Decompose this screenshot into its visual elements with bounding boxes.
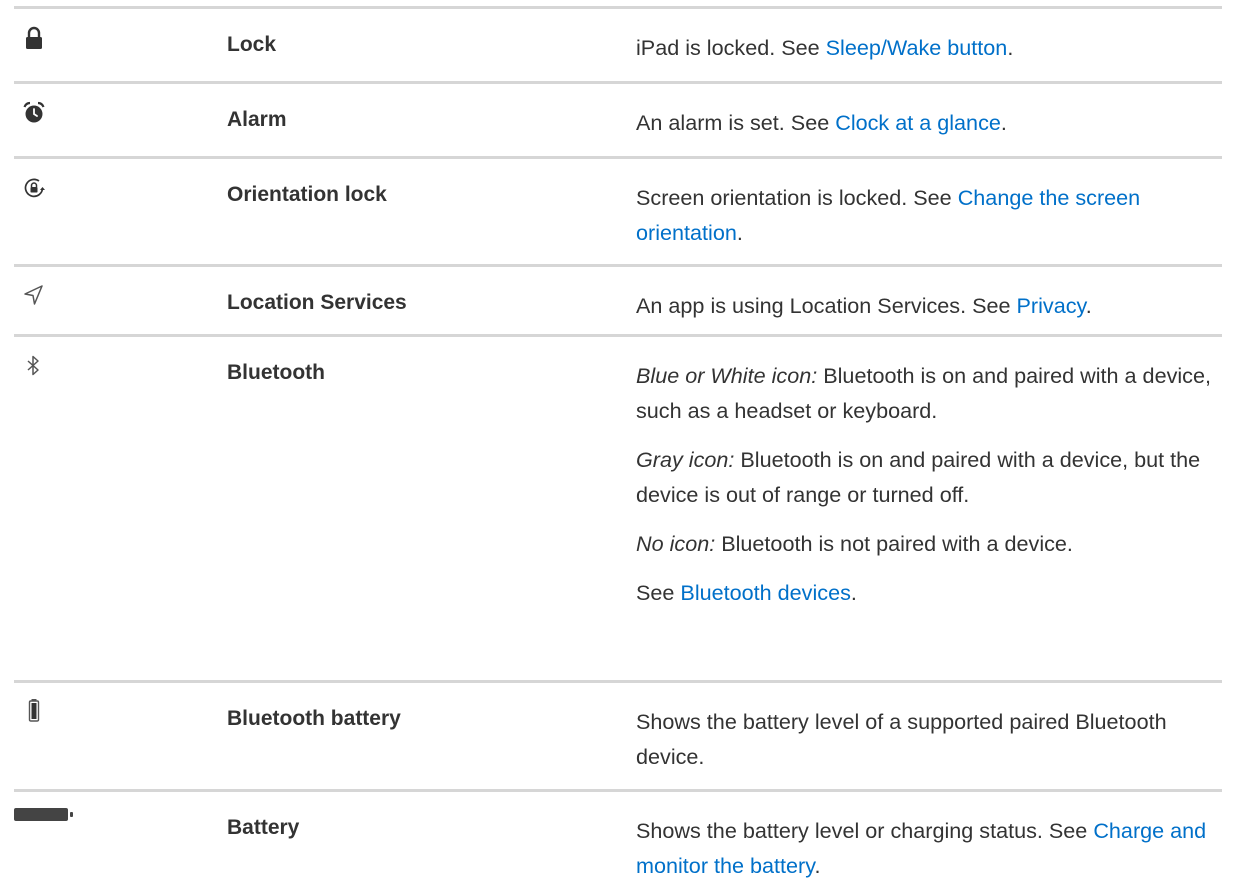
sleep-wake-button-link[interactable]: Sleep/Wake button bbox=[826, 35, 1008, 60]
row-name: Alarm bbox=[227, 108, 287, 131]
orientation-lock-icon bbox=[24, 178, 45, 198]
privacy-link[interactable]: Privacy bbox=[1017, 293, 1086, 318]
row-description: iPad is locked. See Sleep/Wake button. bbox=[636, 35, 1014, 60]
paragraph-see-bluetooth: See Bluetooth devices. bbox=[636, 580, 857, 605]
row-name: Bluetooth battery bbox=[227, 707, 401, 730]
battery-icon bbox=[14, 808, 73, 821]
paragraph-gray-icon: Gray icon: Bluetooth is on and paired wi… bbox=[636, 447, 1201, 507]
table-row-lock: Lock iPad is locked. See Sleep/Wake butt… bbox=[14, 6, 1222, 81]
bluetooth-devices-link[interactable]: Bluetooth devices bbox=[680, 580, 850, 605]
table-row-alarm: Alarm An alarm is set. See Clock at a gl… bbox=[14, 81, 1222, 156]
clock-at-a-glance-link[interactable]: Clock at a glance bbox=[835, 110, 1001, 135]
row-name: Lock bbox=[227, 33, 277, 56]
row-name: Orientation lock bbox=[227, 183, 387, 206]
table-row-location-services: Location Services An app is using Locati… bbox=[14, 264, 1222, 334]
table-row-bluetooth: Bluetooth Blue or White icon: Bluetooth … bbox=[14, 334, 1222, 680]
paragraph-blue-white-icon: Blue or White icon: Bluetooth is on and … bbox=[636, 363, 1211, 423]
row-description: An app is using Location Services. See P… bbox=[636, 293, 1092, 318]
row-description: An alarm is set. See Clock at a glance. bbox=[636, 110, 1007, 135]
bluetooth-battery-icon bbox=[28, 699, 40, 722]
lock-icon bbox=[26, 26, 42, 49]
row-description: Shows the battery level of a supported p… bbox=[636, 709, 1167, 769]
bluetooth-icon bbox=[27, 355, 39, 376]
table-row-orientation-lock: Orientation lock Screen orientation is l… bbox=[14, 156, 1222, 264]
row-name: Battery bbox=[227, 816, 300, 839]
row-description: Screen orientation is locked. See Change… bbox=[636, 185, 1141, 245]
alarm-clock-icon bbox=[23, 101, 45, 123]
paragraph-no-icon: No icon: Bluetooth is not paired with a … bbox=[636, 531, 1073, 556]
row-name: Bluetooth bbox=[227, 361, 325, 384]
location-arrow-icon bbox=[24, 285, 43, 305]
row-description: Blue or White icon: Bluetooth is on and … bbox=[636, 358, 1216, 610]
table-row-battery: Battery Shows the battery level or charg… bbox=[14, 789, 1222, 894]
row-name: Location Services bbox=[227, 291, 407, 314]
row-description: Shows the battery level or charging stat… bbox=[636, 818, 1207, 878]
table-row-bluetooth-battery: Bluetooth battery Shows the battery leve… bbox=[14, 680, 1222, 789]
